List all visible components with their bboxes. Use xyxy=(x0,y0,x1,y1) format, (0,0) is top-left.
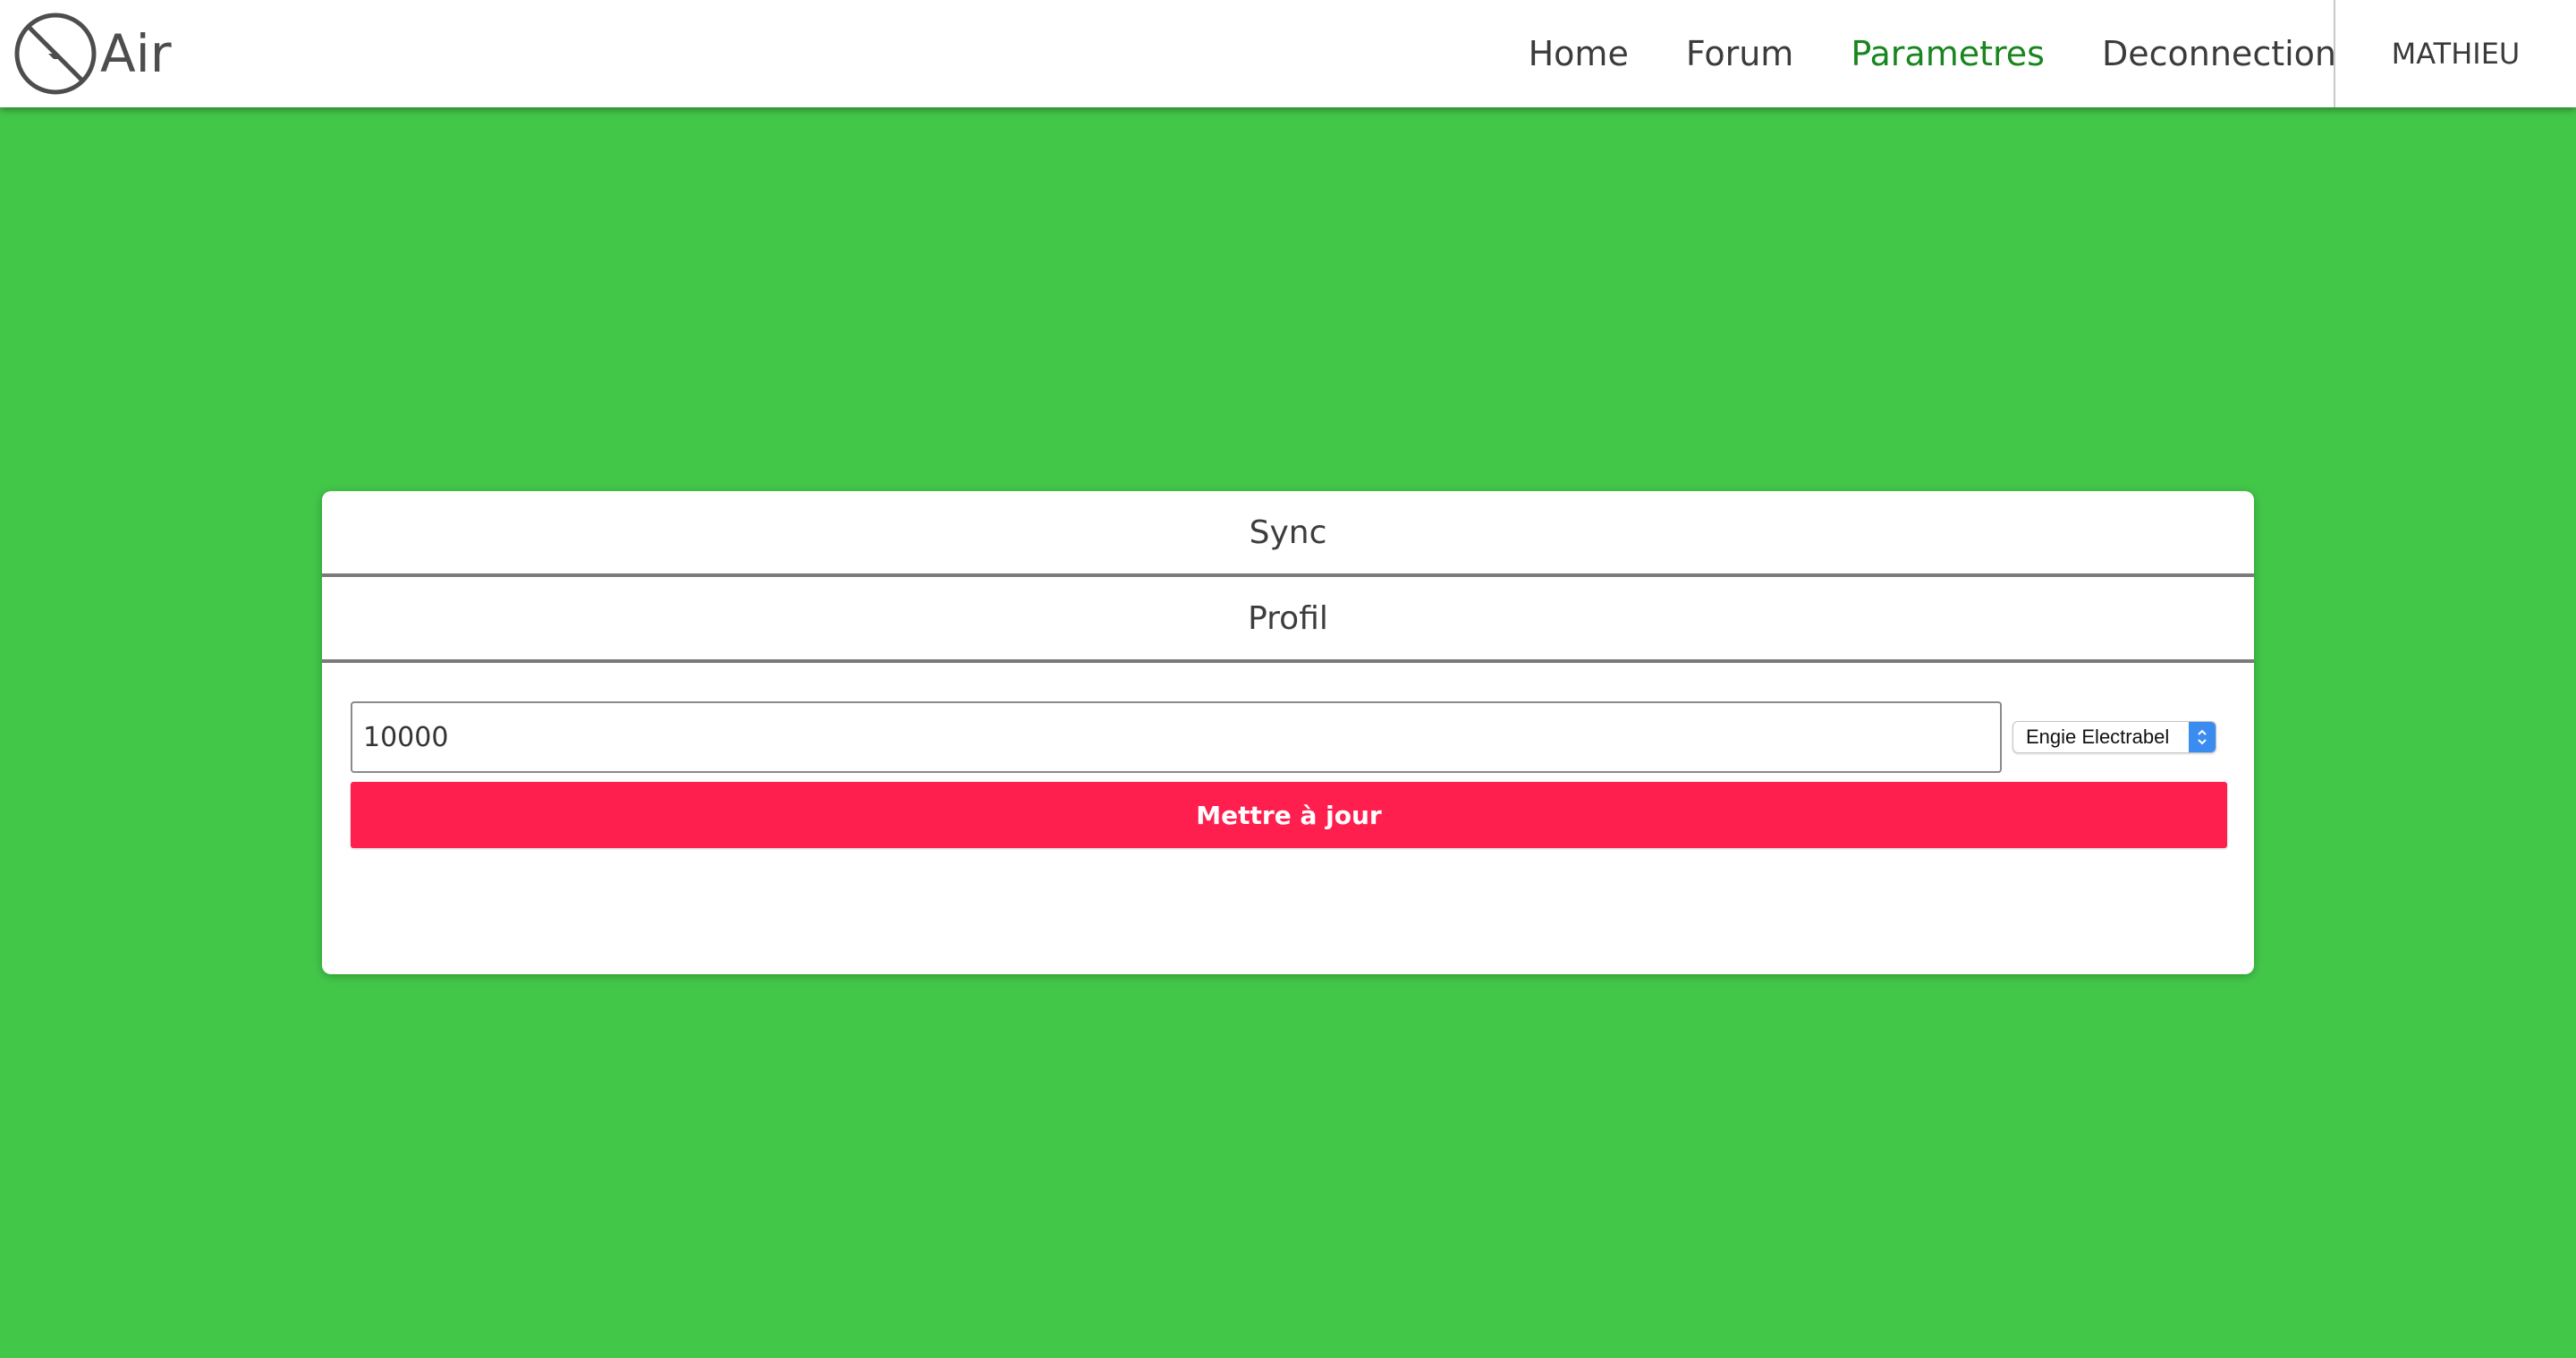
provider-select[interactable]: Engie Electrabel xyxy=(2012,721,2216,753)
settings-card: Sync Profil Engie Electrabel Mettre à jo… xyxy=(322,491,2254,974)
section-profil-header[interactable]: Profil xyxy=(322,577,2254,663)
select-arrows-icon xyxy=(2189,722,2216,752)
provider-select-value: Engie Electrabel xyxy=(2026,726,2170,748)
user-name[interactable]: MATHIEU xyxy=(2335,0,2576,107)
brand[interactable]: Air xyxy=(14,13,172,95)
nav-link-parametres[interactable]: Parametres xyxy=(1851,34,2045,73)
nav-links: Home Forum Parametres Deconnection xyxy=(1471,0,2336,107)
nav-link-forum[interactable]: Forum xyxy=(1686,34,1793,73)
section-sync-header[interactable]: Sync xyxy=(322,491,2254,577)
amount-input[interactable] xyxy=(351,701,2002,773)
top-navbar: Air Home Forum Parametres Deconnection M… xyxy=(0,0,2576,107)
update-button[interactable]: Mettre à jour xyxy=(351,782,2227,848)
nav-link-home[interactable]: Home xyxy=(1529,34,1629,73)
brand-name: Air xyxy=(100,23,172,84)
lightning-bolt-circle-icon xyxy=(14,13,97,95)
nav-link-deconnection[interactable]: Deconnection xyxy=(2102,34,2336,73)
